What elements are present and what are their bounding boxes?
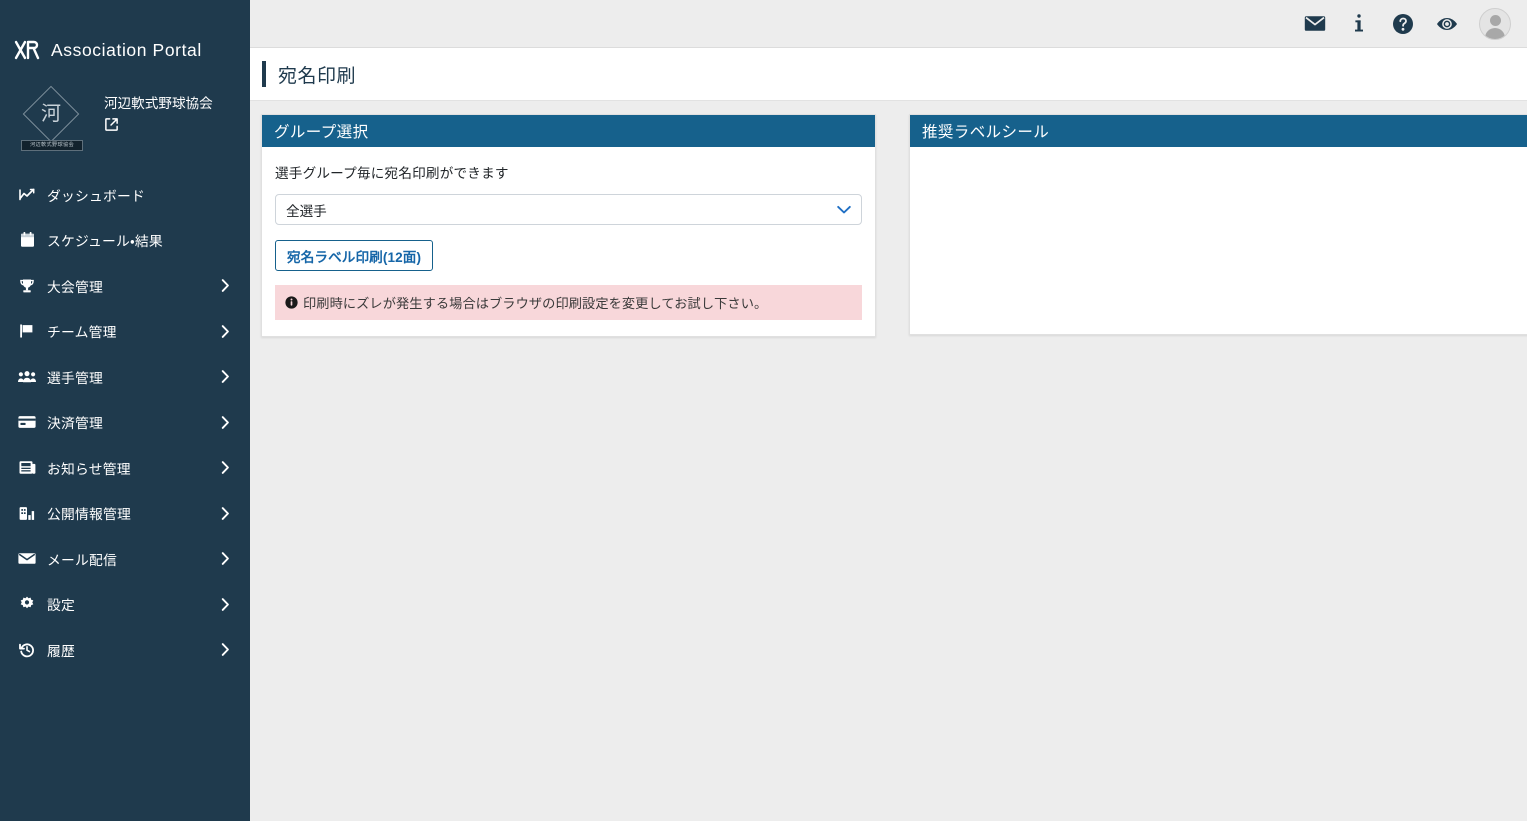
eye-icon[interactable] (1425, 0, 1469, 48)
sidebar-item-label: 大会管理 (47, 276, 219, 296)
organization-block[interactable]: 河 河辺軟式野球協会 河辺軟式野球協会 (0, 66, 250, 150)
sidebar-item-mail[interactable]: メール配信 (0, 536, 250, 582)
organization-logo-kanji: 河 (18, 102, 84, 124)
recommended-labels-panel-header: 推奨ラベルシール (910, 115, 1527, 147)
info-icon[interactable] (1337, 0, 1381, 48)
organization-name-block: 河辺軟式野球協会 (104, 92, 213, 132)
group-select-panel-header: グループ選択 (262, 115, 875, 147)
sidebar-item-history[interactable]: 履歴 (0, 627, 250, 673)
sidebar-item-label: 設定 (47, 594, 219, 614)
page-title-accent-bar (262, 61, 266, 87)
history-icon (16, 642, 38, 658)
sidebar-item-payment[interactable]: 決済管理 (0, 400, 250, 446)
organization-name: 河辺軟式野球協会 (104, 96, 213, 111)
sidebar: Association Portal 河 河辺軟式野球協会 河辺軟式野球協会 (0, 0, 250, 821)
chevron-right-icon (219, 324, 234, 339)
chevron-right-icon (219, 506, 234, 521)
sidebar-item-tournament[interactable]: 大会管理 (0, 263, 250, 309)
topbar (250, 0, 1527, 48)
user-avatar[interactable] (1479, 8, 1511, 40)
sidebar-item-label: メール配信 (47, 549, 219, 569)
page-title: 宛名印刷 (278, 61, 356, 88)
sidebar-item-dashboard[interactable]: ダッシュボード (0, 172, 250, 218)
content-area: グループ選択 選手グループ毎に宛名印刷ができます 全選手 宛名ラベル印刷(12面… (250, 101, 1527, 821)
recommended-labels-panel: 推奨ラベルシール (909, 114, 1527, 335)
print-address-label-button[interactable]: 宛名ラベル印刷(12面) (275, 240, 433, 271)
sidebar-item-team[interactable]: チーム管理 (0, 309, 250, 355)
sidebar-item-settings[interactable]: 設定 (0, 582, 250, 628)
brand[interactable]: Association Portal (0, 0, 250, 66)
sidebar-item-label: ダッシュボード (47, 185, 234, 205)
print-warning-text: 印刷時にズレが発生する場合はブラウザの印刷設定を変更してお試し下さい。 (303, 293, 767, 312)
recommended-labels-panel-body (910, 147, 1527, 336)
sidebar-item-label: 履歴 (47, 640, 219, 660)
group-select[interactable]: 全選手 (275, 194, 862, 225)
credit-card-icon (16, 415, 38, 429)
organization-logo-strip: 河辺軟式野球協会 (21, 140, 83, 151)
group-select-wrap: 全選手 (275, 194, 862, 225)
sidebar-item-label: チーム管理 (47, 321, 219, 341)
group-select-panel-body: 選手グループ毎に宛名印刷ができます 全選手 宛名ラベル印刷(12面) 印刷時にズ… (262, 147, 875, 336)
group-select-helper-text: 選手グループ毎に宛名印刷ができます (275, 162, 862, 182)
chevron-right-icon (219, 278, 234, 293)
gear-icon (16, 596, 38, 612)
xr-monogram-icon (14, 39, 40, 61)
help-circle-icon[interactable] (1381, 0, 1425, 48)
organization-logo: 河 河辺軟式野球協会 (18, 92, 90, 152)
page-header: 宛名印刷 (250, 48, 1527, 101)
brand-title: Association Portal (51, 40, 202, 61)
sidebar-nav: ダッシュボード スケジュール・結果 大会管理 (0, 172, 250, 673)
group-select-panel: グループ選択 選手グループ毎に宛名印刷ができます 全選手 宛名ラベル印刷(12面… (261, 114, 876, 337)
sidebar-item-label: 選手管理 (47, 367, 219, 387)
sidebar-item-schedule-results[interactable]: スケジュール・結果 (0, 218, 250, 264)
sidebar-item-players[interactable]: 選手管理 (0, 354, 250, 400)
chevron-right-icon (219, 369, 234, 384)
chevron-right-icon (219, 642, 234, 657)
envelope-icon[interactable] (1293, 0, 1337, 48)
chevron-right-icon (219, 597, 234, 612)
main-area: 宛名印刷 グループ選択 選手グループ毎に宛名印刷ができます 全選手 宛名ラベル印… (250, 0, 1527, 821)
sidebar-item-notice[interactable]: お知らせ管理 (0, 445, 250, 491)
sidebar-item-label: お知らせ管理 (47, 458, 219, 478)
chevron-right-icon (219, 551, 234, 566)
sidebar-item-public-info[interactable]: 公開情報管理 (0, 491, 250, 537)
sidebar-item-label: 公開情報管理 (47, 503, 219, 523)
info-circle-icon (285, 296, 298, 309)
chevron-right-icon (219, 460, 234, 475)
external-link-icon[interactable] (104, 117, 213, 132)
print-warning-alert: 印刷時にズレが発生する場合はブラウザの印刷設定を変更してお試し下さい。 (275, 285, 862, 320)
trophy-icon (16, 278, 38, 294)
sidebar-item-label: スケジュール・結果 (47, 230, 234, 250)
users-icon (16, 370, 38, 384)
calendar-icon (16, 232, 38, 248)
chart-line-icon (16, 187, 38, 203)
app-root: Association Portal 河 河辺軟式野球協会 河辺軟式野球協会 (0, 0, 1527, 821)
newspaper-icon (16, 460, 38, 475)
building-chart-icon (16, 506, 38, 521)
flag-icon (16, 323, 38, 339)
sidebar-item-label: 決済管理 (47, 412, 219, 432)
chevron-right-icon (219, 415, 234, 430)
envelope-icon (16, 552, 38, 565)
